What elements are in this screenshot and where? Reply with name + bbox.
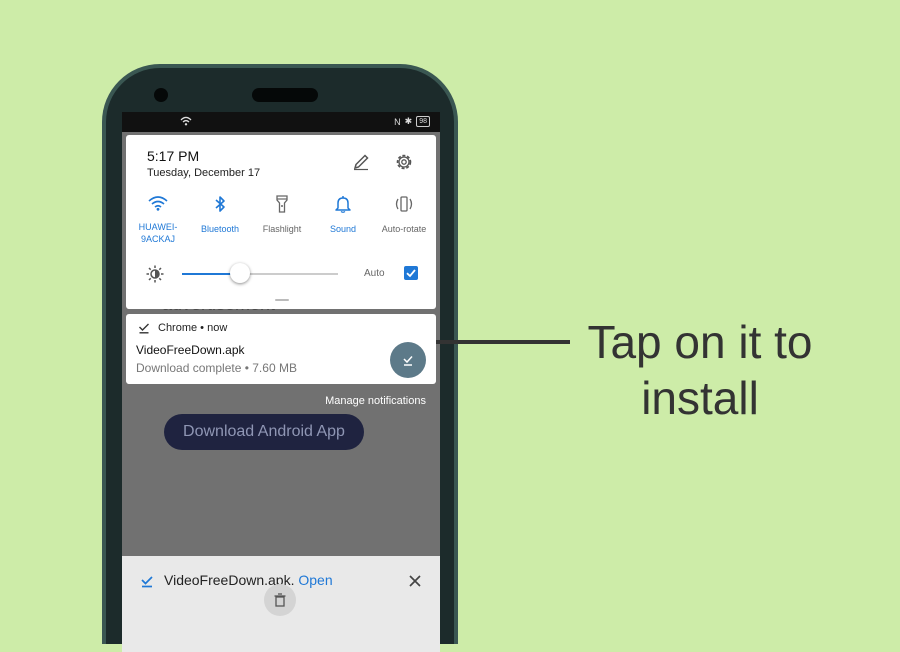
panel-drag-handle[interactable]: [275, 299, 289, 301]
flashlight-icon: [276, 195, 288, 213]
auto-rotate-icon: [395, 196, 413, 212]
wifi-icon: [148, 196, 168, 211]
trash-icon[interactable]: [264, 584, 296, 616]
auto-brightness-checkbox[interactable]: [404, 266, 418, 280]
brightness-slider[interactable]: [182, 263, 338, 283]
tile-flashlight[interactable]: Flashlight: [250, 195, 314, 235]
front-camera: [154, 88, 168, 102]
download-open-link[interactable]: Open: [298, 572, 332, 588]
wifi-status-icon: [180, 116, 192, 126]
tile-sound-label: Sound: [329, 224, 357, 234]
download-done-icon: [141, 576, 153, 588]
download-bar-text: VideoFreeDown.apk. Open: [164, 572, 333, 588]
clock-date: Tuesday, December 17: [147, 167, 261, 179]
brightness-icon: [146, 265, 164, 283]
battery-indicator: 98: [416, 116, 430, 127]
tile-flashlight-label: Flashlight: [262, 224, 302, 234]
download-android-app-button[interactable]: Download Android App: [164, 414, 364, 450]
tile-wifi[interactable]: HUAWEI-9ACKAJ: [126, 195, 190, 245]
notification-app-header: Chrome • now: [158, 322, 228, 334]
status-icons: N ✱ 98: [394, 116, 430, 127]
nfc-icon: N: [394, 116, 401, 127]
auto-brightness-label: Auto: [364, 268, 385, 279]
trash-glyph: [274, 593, 286, 607]
callout-line-1: Tap on it to: [587, 316, 813, 368]
download-done-icon: [403, 355, 413, 366]
callout-instruction: Tap on it to install: [576, 314, 824, 426]
earpiece-speaker: [252, 88, 318, 102]
download-notification[interactable]: Chrome • now VideoFreeDown.apk Download …: [126, 314, 436, 384]
close-icon[interactable]: [408, 574, 422, 588]
brightness-slider-thumb[interactable]: [229, 263, 250, 283]
notification-body: Download complete • 7.60 MB: [136, 361, 297, 375]
edit-icon[interactable]: [352, 153, 370, 171]
gear-icon[interactable]: [394, 152, 414, 172]
bluetooth-status-icon: ✱: [404, 116, 413, 126]
tile-sound[interactable]: Sound: [311, 195, 375, 235]
quick-settings-panel: 5:17 PM Tuesday, December 17 HUAWEI-9ACK…: [126, 135, 436, 309]
status-bar: N ✱ 98: [122, 112, 440, 132]
notification-download-action-button[interactable]: [390, 342, 426, 378]
download-done-icon: [139, 323, 149, 334]
callout-line-2: install: [641, 372, 759, 424]
tile-bluetooth-label: Bluetooth: [200, 224, 240, 234]
phone-frame: N ✱ 98 advertisement Download Android Ap…: [102, 64, 458, 652]
bluetooth-icon: [215, 196, 225, 212]
tile-auto-rotate[interactable]: Auto-rotate: [372, 195, 436, 235]
callout-pointer-line: [436, 340, 570, 344]
bell-icon: [335, 196, 351, 213]
tile-bluetooth[interactable]: Bluetooth: [188, 195, 252, 235]
tile-auto-rotate-label: Auto-rotate: [381, 224, 427, 234]
notification-title: VideoFreeDown.apk: [136, 343, 245, 357]
tile-wifi-label: HUAWEI-9ACKAJ: [138, 222, 178, 244]
phone-screen: N ✱ 98 advertisement Download Android Ap…: [122, 112, 440, 652]
manage-notifications-link[interactable]: Manage notifications: [325, 395, 426, 407]
clock-time: 5:17 PM: [147, 148, 200, 164]
checkmark-icon: [406, 269, 416, 278]
